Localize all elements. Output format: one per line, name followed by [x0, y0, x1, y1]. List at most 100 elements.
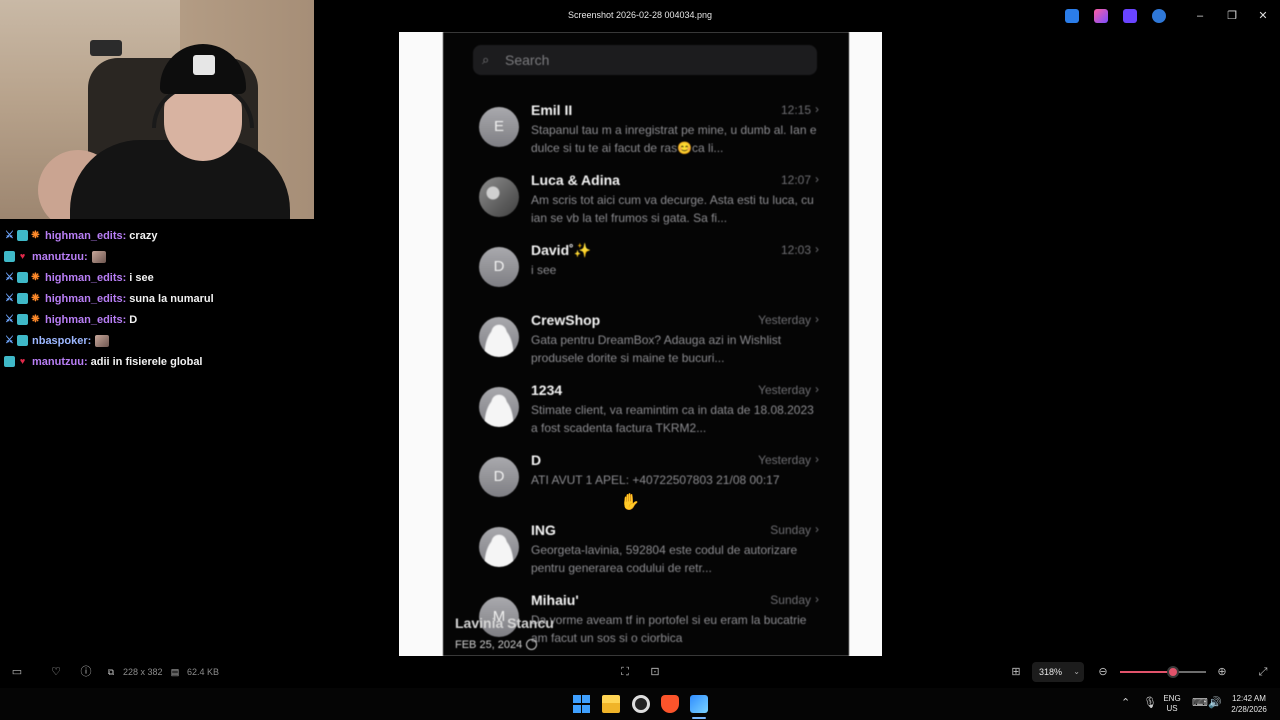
photos-app-icon[interactable]	[690, 695, 708, 713]
chevron-right-icon: ›	[815, 312, 819, 326]
search-icon: ⌕	[482, 52, 490, 67]
restore-button[interactable]: ❐	[1224, 8, 1240, 24]
chat-username[interactable]: manutzuu	[32, 356, 84, 368]
heart-badge-icon[interactable]: ♥	[17, 251, 28, 262]
fullscreen-icon[interactable]: ⤢	[1256, 665, 1270, 679]
sub-badge-icon[interactable]	[17, 230, 28, 241]
message-preview: Gata pentru DreamBox? Adauga azi in Wish…	[531, 333, 782, 365]
message-preview: Stimate client, va reamintim ca in data …	[531, 403, 814, 435]
sword-badge-icon[interactable]: ⚔	[4, 335, 15, 346]
sub-badge-icon[interactable]	[17, 293, 28, 304]
message-time: Sunday	[770, 523, 811, 537]
chat-line: ⚔ ❋ highman_edits: suna la numarul	[4, 292, 214, 305]
gift-badge-icon[interactable]: ❋	[30, 272, 41, 283]
chat-message: crazy	[129, 229, 158, 242]
taskbar: ⌃ 🎙 ENG US ⌨ 🔊 12:42 AM 2/28/2026	[0, 688, 1280, 720]
message-preview: Stapanul tau m a inregistrat pe mine, u …	[531, 123, 817, 155]
network-icon[interactable]: ⌨	[1192, 696, 1208, 709]
contact-name: 1234	[531, 382, 563, 398]
filmstrip-icon[interactable]: ▭	[10, 665, 24, 679]
app-tray-icon-3[interactable]	[1123, 9, 1137, 23]
chat-username[interactable]: highman_edits	[45, 272, 123, 284]
conversation-item: 1234 Yesterday › Stimate client, va reamint…	[443, 382, 849, 452]
heart-badge-icon[interactable]: ♥	[17, 356, 28, 367]
conversation-item: ING Sunday › Georgeta-lavinia, 592804 este …	[443, 522, 849, 592]
sub-badge-icon[interactable]	[17, 314, 28, 325]
chat-username[interactable]: highman_edits	[45, 230, 123, 242]
info-icon[interactable]: ⓘ	[79, 665, 93, 679]
zoom-in-icon[interactable]: ⊕	[1215, 665, 1229, 679]
start-button[interactable]	[573, 695, 591, 713]
sword-badge-icon[interactable]: ⚔	[4, 293, 15, 304]
chevron-right-icon: ›	[815, 452, 819, 466]
chevron-right-icon: ›	[815, 522, 819, 536]
crop-icon[interactable]: ⛶	[618, 665, 632, 679]
stream-chat: ⚔ ❋ highman_edits: crazy ♥ manutzuu: ⚔ ❋ highman…	[4, 225, 304, 372]
chevron-right-icon: ›	[815, 172, 819, 186]
chat-line: ⚔ nbaspoker:	[4, 330, 304, 351]
zoom-slider[interactable]	[1120, 666, 1206, 678]
chevron-up-icon[interactable]: ⌃	[1121, 696, 1130, 709]
contact-name: Mihaiu'	[531, 592, 579, 608]
conversation-item: E Emil II 12:15 › Stapanul tau m a inregistr…	[443, 102, 849, 172]
input-language[interactable]: ENG US	[1160, 694, 1184, 714]
contact-avatar	[479, 317, 519, 357]
contact-name: CrewShop	[531, 312, 601, 328]
app-tray-icon-1[interactable]	[1065, 9, 1079, 23]
cloud-icon[interactable]	[1152, 9, 1166, 23]
message-time: 12:07	[780, 173, 811, 187]
app-tray-icon-2[interactable]	[1094, 9, 1108, 23]
image-dimensions: 228 x 382	[123, 667, 163, 677]
gift-badge-icon[interactable]: ❋	[30, 293, 41, 304]
close-button[interactable]: ✕	[1255, 8, 1271, 24]
sub-badge-icon[interactable]	[4, 251, 15, 262]
image-canvas[interactable]: ⌕ Search E Emil II 12:15 › Stapanul tau m a …	[399, 32, 882, 656]
contact-avatar	[479, 177, 519, 217]
chat-username[interactable]: manutzuu	[32, 251, 84, 263]
sword-badge-icon[interactable]: ⚔	[4, 230, 15, 241]
file-explorer-icon[interactable]	[602, 695, 620, 713]
sub-badge-icon[interactable]	[17, 272, 28, 283]
brave-browser-icon[interactable]	[661, 695, 679, 713]
favorite-heart-icon[interactable]: ♡	[49, 665, 63, 679]
microphone-icon[interactable]: 🎙	[1143, 696, 1157, 709]
zoom-slider-thumb[interactable]	[1167, 666, 1180, 678]
chat-username[interactable]: highman_edits	[45, 293, 123, 305]
chevron-right-icon: ›	[815, 382, 819, 396]
chat-username[interactable]: highman_edits	[45, 314, 123, 326]
gift-badge-icon[interactable]: ❋	[30, 230, 41, 241]
conversation-item: D David˚✨ 12:03 › i see	[443, 242, 849, 312]
contact-avatar	[479, 527, 519, 567]
fit-to-window-icon[interactable]: ⊞	[1009, 665, 1023, 679]
filesize-icon: ▤	[170, 667, 180, 677]
sword-badge-icon[interactable]: ⚔	[4, 272, 15, 283]
chevron-right-icon: ›	[815, 242, 819, 256]
search-placeholder: Search	[505, 52, 550, 68]
zoom-slider-fill	[1120, 671, 1174, 673]
visual-search-icon[interactable]: ⊡	[648, 665, 662, 679]
contact-name: Emil II	[531, 102, 573, 118]
zoom-level-dropdown[interactable]: 318% ⌄	[1032, 662, 1084, 682]
chat-emote-icon	[91, 250, 106, 263]
browser-icon[interactable]	[632, 695, 650, 713]
sub-badge-icon[interactable]	[17, 335, 28, 346]
chat-line: ♥ manutzuu:	[4, 246, 304, 267]
chat-line: ⚔ ❋ highman_edits: crazy	[4, 229, 158, 242]
sub-badge-icon[interactable]	[4, 356, 15, 367]
contact-name: D	[531, 452, 542, 468]
active-app-indicator	[692, 717, 706, 719]
chat-message: D	[129, 313, 138, 326]
gift-badge-icon[interactable]: ❋	[30, 314, 41, 325]
volume-icon[interactable]: 🔊	[1208, 696, 1222, 709]
zoom-out-icon[interactable]: ⊖	[1096, 665, 1110, 679]
system-clock[interactable]: 12:42 AM 2/28/2026	[1226, 693, 1272, 715]
message-time: 12:03	[780, 243, 811, 257]
contact-avatar: D	[479, 247, 519, 287]
chat-line: ♥ manutzuu: adii in fisierele global	[4, 351, 304, 372]
minimize-button[interactable]: –	[1192, 8, 1208, 24]
conversation-item: CrewShop Yesterday › Gata pentru DreamBox? …	[443, 312, 849, 382]
sword-badge-icon[interactable]: ⚔	[4, 314, 15, 325]
chat-username[interactable]: nbaspoker	[32, 335, 88, 347]
caption-date: FEB 25, 2024	[455, 639, 538, 651]
caption-name: Lavinia Stancu	[455, 615, 554, 631]
